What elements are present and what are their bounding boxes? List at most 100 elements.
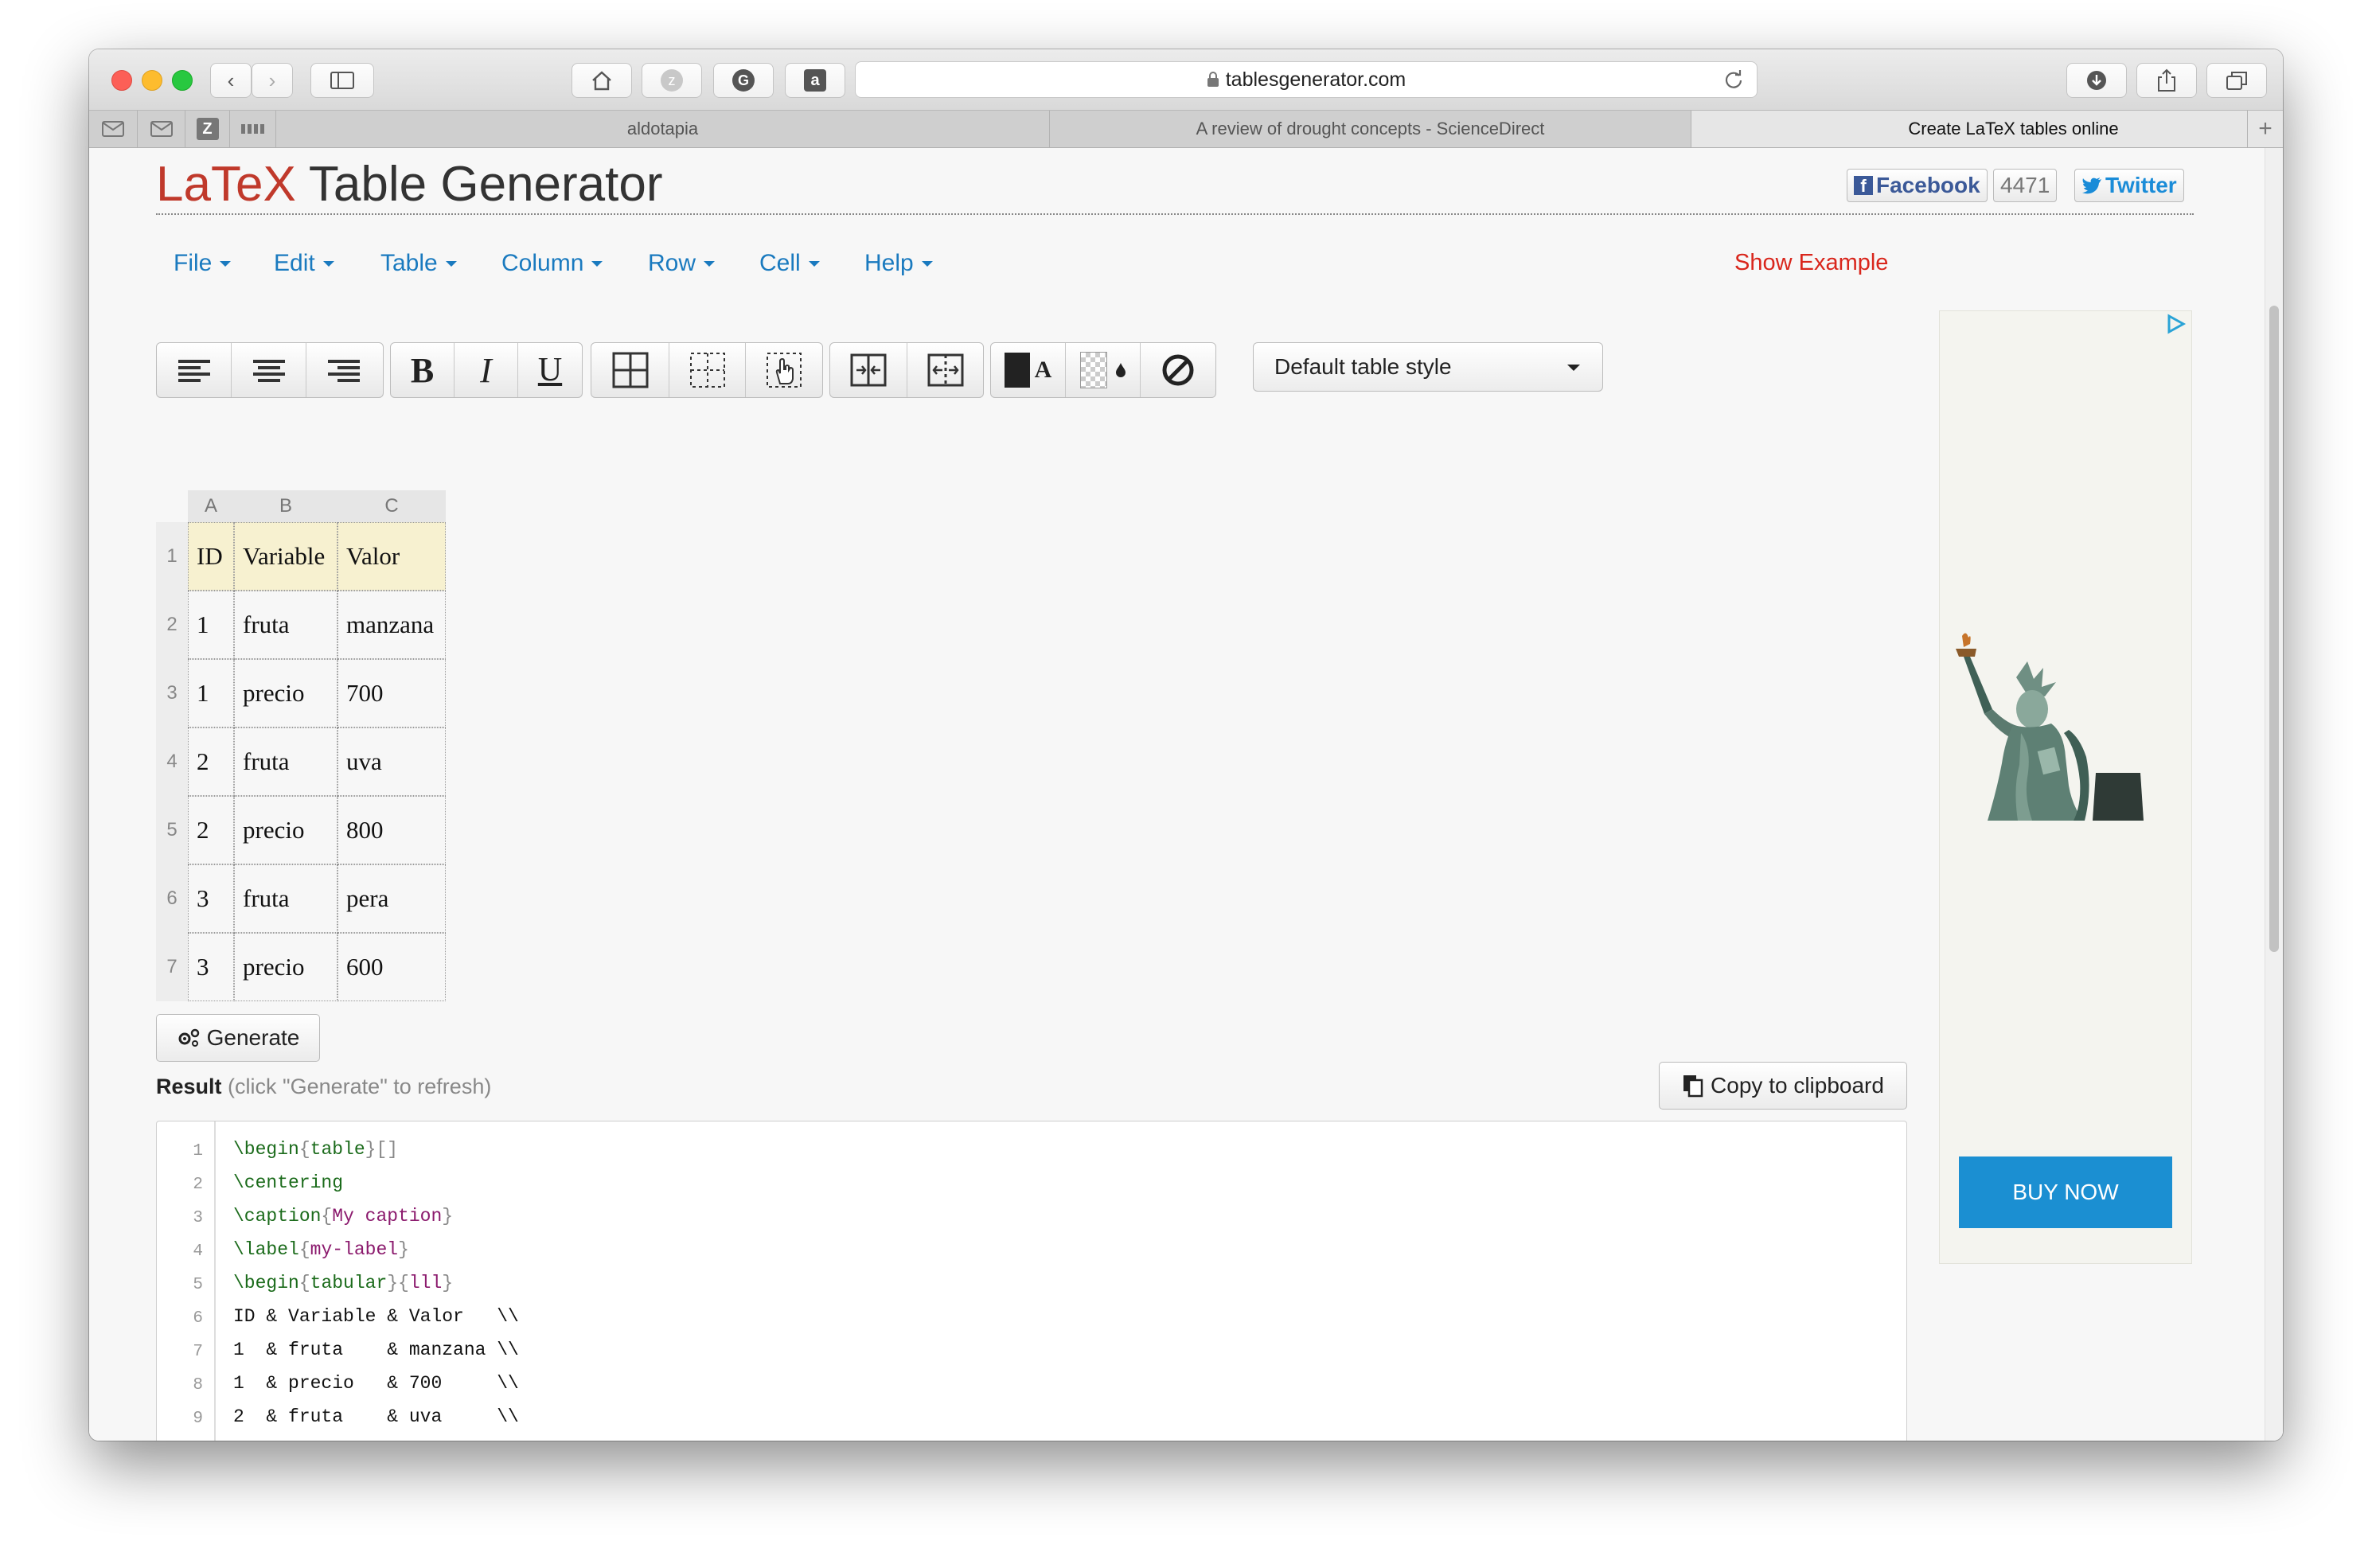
- menu-table[interactable]: Table: [380, 250, 457, 277]
- share-button[interactable]: [2136, 63, 2197, 98]
- amazon-icon: a: [804, 69, 826, 92]
- table-cell[interactable]: 600: [337, 933, 446, 1001]
- new-tab-button[interactable]: +: [2247, 111, 2283, 147]
- column-header-a[interactable]: A: [188, 490, 234, 522]
- buy-now-button[interactable]: BUY NOW: [1959, 1156, 2172, 1228]
- row-header[interactable]: 7: [156, 933, 188, 1001]
- table-cell[interactable]: precio: [234, 933, 337, 1001]
- twitter-button[interactable]: Twitter: [2074, 169, 2184, 202]
- column-header-c[interactable]: C: [337, 490, 446, 522]
- sidebar-button[interactable]: [310, 63, 374, 98]
- code-line: \caption{My caption}: [233, 1206, 453, 1227]
- forward-button[interactable]: ›: [252, 63, 293, 98]
- header-cell[interactable]: Valor: [337, 522, 446, 591]
- bookmark-mail-1[interactable]: [89, 111, 137, 147]
- table-cell[interactable]: manzana: [337, 591, 446, 659]
- row-header[interactable]: 6: [156, 864, 188, 933]
- background-color-button[interactable]: [1066, 343, 1141, 397]
- table-cell[interactable]: 3: [188, 933, 234, 1001]
- no-borders-button[interactable]: [669, 343, 746, 397]
- reload-icon[interactable]: [1723, 69, 1744, 90]
- ban-icon: [1162, 354, 1194, 386]
- align-left-button[interactable]: [157, 343, 232, 397]
- header-cell[interactable]: Variable: [234, 522, 337, 591]
- clear-format-button[interactable]: [1141, 343, 1215, 397]
- back-button[interactable]: ‹: [210, 63, 252, 98]
- line-number: 3: [193, 1209, 203, 1227]
- tab-aldotapia[interactable]: aldotapia: [275, 111, 1049, 147]
- clipboard-icon: [1683, 1075, 1703, 1098]
- generate-button[interactable]: Generate: [156, 1014, 320, 1062]
- site-logo[interactable]: LaTeX Table Generator: [156, 156, 663, 213]
- underline-button[interactable]: U: [518, 343, 582, 397]
- advertisement[interactable]: BUY NOW: [1939, 310, 2192, 1264]
- menu-help[interactable]: Help: [864, 250, 933, 277]
- table-style-select[interactable]: Default table style: [1253, 342, 1603, 392]
- extension-z-button[interactable]: z: [642, 63, 702, 98]
- table-cell[interactable]: fruta: [234, 864, 337, 933]
- align-right-button[interactable]: [306, 343, 381, 397]
- latex-code-output[interactable]: 1234567891011 \begin{table}[]\centering\…: [156, 1121, 1907, 1441]
- table-cell[interactable]: fruta: [234, 591, 337, 659]
- bold-button[interactable]: B: [391, 343, 455, 397]
- copy-to-clipboard-button[interactable]: Copy to clipboard: [1659, 1062, 1907, 1110]
- tab-sciencedirect[interactable]: A review of drought concepts - ScienceDi…: [1049, 111, 1691, 147]
- code-line: 2 & fruta & uva \\: [233, 1406, 519, 1427]
- align-center-icon: [252, 360, 285, 382]
- row-header[interactable]: 3: [156, 659, 188, 727]
- table-cell[interactable]: pera: [337, 864, 446, 933]
- extension-grammarly-button[interactable]: G: [713, 63, 774, 98]
- page-scrollbar[interactable]: [2265, 148, 2283, 1441]
- menu-edit[interactable]: Edit: [274, 250, 334, 277]
- code-line: 2 & precio & 800 \\: [233, 1440, 519, 1441]
- table-cell[interactable]: fruta: [234, 727, 337, 796]
- table-cell[interactable]: precio: [234, 796, 337, 864]
- borders-toolbar-group: [591, 342, 823, 398]
- chevron-right-icon: ›: [268, 68, 276, 92]
- row-header[interactable]: 5: [156, 796, 188, 864]
- table-cell[interactable]: 2: [188, 796, 234, 864]
- table-cell[interactable]: precio: [234, 659, 337, 727]
- table-cell[interactable]: uva: [337, 727, 446, 796]
- edit-borders-button[interactable]: [746, 343, 822, 397]
- menu-row[interactable]: Row: [648, 250, 716, 277]
- tabs-overview-button[interactable]: [2206, 63, 2267, 98]
- minimize-window-button[interactable]: [142, 70, 162, 91]
- address-bar[interactable]: tablesgenerator.com: [855, 61, 1758, 98]
- align-center-button[interactable]: [232, 343, 306, 397]
- show-example-link[interactable]: Show Example: [1734, 250, 1888, 276]
- table-cell[interactable]: 1: [188, 659, 234, 727]
- header-cell[interactable]: ID: [188, 522, 234, 591]
- bookmark-mail-2[interactable]: [137, 111, 185, 147]
- all-borders-button[interactable]: [591, 343, 669, 397]
- bookmark-zotero[interactable]: Z: [185, 111, 229, 147]
- row-header[interactable]: 1: [156, 522, 188, 591]
- extension-amazon-button[interactable]: a: [785, 63, 845, 98]
- table-cell[interactable]: 3: [188, 864, 234, 933]
- split-cells-button[interactable]: [907, 343, 983, 397]
- menu-cell[interactable]: Cell: [759, 250, 820, 277]
- page-content: LaTeX Table Generator f Facebook 4471 Tw…: [89, 148, 2283, 1441]
- table-cell[interactable]: 800: [337, 796, 446, 864]
- home-button[interactable]: [572, 63, 632, 98]
- merge-cells-button[interactable]: [830, 343, 907, 397]
- downloads-button[interactable]: [2066, 63, 2127, 98]
- row-header[interactable]: 4: [156, 727, 188, 796]
- italic-button[interactable]: I: [455, 343, 518, 397]
- facebook-button[interactable]: f Facebook: [1847, 169, 1988, 202]
- tab-tablesgenerator[interactable]: Create LaTeX tables online: [1691, 111, 2283, 147]
- adchoices-icon[interactable]: [2164, 313, 2187, 335]
- row-header[interactable]: 2: [156, 591, 188, 659]
- bookmark-grid[interactable]: [229, 111, 275, 147]
- table-cell[interactable]: 2: [188, 727, 234, 796]
- menu-column[interactable]: Column: [501, 250, 603, 277]
- share-icon: [2158, 68, 2175, 92]
- table-cell[interactable]: 1: [188, 591, 234, 659]
- scrollbar-thumb[interactable]: [2269, 306, 2279, 952]
- column-header-b[interactable]: B: [234, 490, 337, 522]
- menu-file[interactable]: File: [174, 250, 232, 277]
- zoom-window-button[interactable]: [172, 70, 193, 91]
- table-cell[interactable]: 700: [337, 659, 446, 727]
- close-window-button[interactable]: [111, 70, 132, 91]
- text-color-button[interactable]: A: [991, 343, 1066, 397]
